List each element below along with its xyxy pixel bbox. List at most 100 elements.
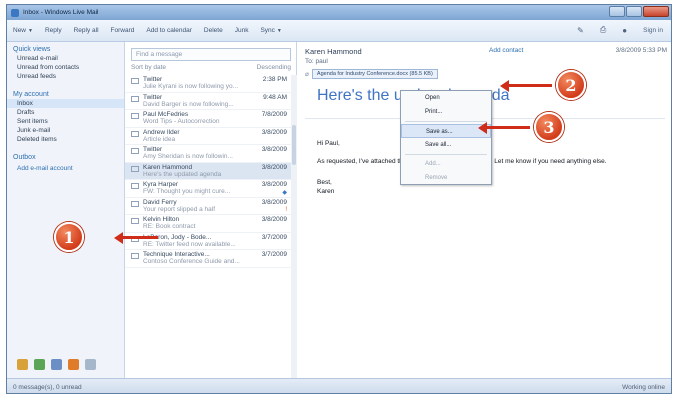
- help-icon[interactable]: ●: [622, 26, 627, 35]
- message-date: 3/8/2009 5:33 PM: [615, 47, 667, 54]
- message-preview: Here's the updated agenda: [143, 170, 222, 178]
- menu-item-open[interactable]: Open: [401, 91, 491, 105]
- menu-item-print[interactable]: Print...: [401, 105, 491, 119]
- list-item[interactable]: Twitter 9:48 AM David Barger is now follo…: [125, 93, 291, 110]
- sort-order-button[interactable]: Descending: [257, 64, 291, 71]
- sidebar-item-inbox[interactable]: Inbox: [7, 99, 124, 108]
- chevron-down-icon: ▼: [28, 28, 33, 34]
- forward-button[interactable]: Forward: [111, 27, 135, 34]
- toolbar: New ▼ Reply Reply all Forward Add to cale…: [7, 20, 671, 42]
- sidebar-item-unread-email[interactable]: Unread e-mail: [7, 54, 124, 63]
- message-time: 3/8/2009: [261, 128, 287, 136]
- maximize-button[interactable]: [626, 6, 642, 17]
- add-to-calendar-button[interactable]: Add to calendar: [146, 27, 192, 34]
- envelope-icon: [131, 113, 139, 119]
- newsgroups-icon[interactable]: [85, 359, 96, 370]
- list-item[interactable]: Technique Interactive... 3/7/2009 Contoso…: [125, 250, 291, 268]
- sort-bar: Sort by date Descending: [131, 64, 291, 71]
- body-signature: Karen: [317, 188, 335, 195]
- message-preview: Word Tips - Autocorrection: [143, 118, 220, 125]
- nav-switcher: [17, 359, 96, 370]
- minimize-button[interactable]: [609, 6, 625, 17]
- message-time: 7/8/2009: [261, 111, 287, 118]
- flag-icon[interactable]: ◆: [282, 189, 287, 196]
- list-item-selected[interactable]: Karen Hammond 3/8/2009 Here's the updated…: [125, 162, 291, 180]
- contacts-icon[interactable]: [51, 359, 62, 370]
- message-sender: Kyra Harper: [143, 181, 179, 188]
- quick-views-header[interactable]: Quick views: [7, 42, 124, 54]
- feeds-icon[interactable]: [68, 359, 79, 370]
- sidebar-item-unread-feeds[interactable]: Unread feeds: [7, 72, 124, 81]
- reply-button[interactable]: Reply: [45, 27, 62, 34]
- delete-button[interactable]: Delete: [204, 27, 223, 34]
- message-sender: Andrew Ilder: [143, 128, 180, 136]
- attachment-chip[interactable]: Agenda for Industry Conference.docx (85.…: [311, 69, 438, 79]
- sidebar-item-unread-contacts[interactable]: Unread from contacts: [7, 63, 124, 72]
- list-item[interactable]: Kyra Harper 3/8/2009 FW: Thought you migh…: [125, 180, 291, 198]
- mail-icon[interactable]: [17, 359, 28, 370]
- callout-badge-3: 3: [534, 112, 564, 142]
- sidebar-item-drafts[interactable]: Drafts: [7, 108, 124, 117]
- sign-in-button[interactable]: Sign in: [643, 27, 663, 34]
- reply-all-button[interactable]: Reply all: [74, 27, 99, 34]
- message-from[interactable]: Karen Hammond: [305, 47, 362, 56]
- message-sender: Twitter: [143, 93, 163, 101]
- message-time: 3/8/2009: [261, 163, 287, 171]
- add-account-link[interactable]: Add e-mail account: [7, 162, 124, 172]
- account-header[interactable]: My account: [7, 87, 124, 99]
- list-item[interactable]: Twitter 3/8/2009 Amy Sheridan is now foll…: [125, 145, 291, 163]
- close-button[interactable]: [643, 6, 669, 17]
- envelope-icon: [131, 130, 139, 137]
- add-contact-link[interactable]: Add contact: [489, 47, 523, 54]
- status-bar: 0 message(s), 0 unread Working online: [7, 378, 671, 393]
- list-item[interactable]: Kelvin Hilton 3/8/2009 RE: Book contract: [125, 215, 291, 233]
- envelope-icon: [131, 200, 139, 207]
- outbox-header[interactable]: Outbox: [7, 150, 124, 162]
- callout-arrow-3: [478, 121, 530, 134]
- list-item[interactable]: Twitter 2:38 PM Julie Kyrani is now follo…: [125, 75, 291, 93]
- message-sender: Twitter: [143, 76, 163, 83]
- window-title: Inbox - Windows Live Mail: [23, 9, 99, 16]
- message-time: 3/8/2009: [261, 216, 287, 223]
- list-item[interactable]: Paul McFedries 7/8/2009 Word Tips - Autoc…: [125, 110, 291, 128]
- sidebar-item-sent[interactable]: Sent items: [7, 117, 124, 126]
- message-time: 3/8/2009: [261, 181, 287, 188]
- list-item[interactable]: David Ferry 3/8/2009 Your report slipped …: [125, 198, 291, 215]
- menu-item-save-all[interactable]: Save all...: [401, 138, 491, 152]
- search-input[interactable]: Find a message: [131, 48, 291, 61]
- chevron-down-icon: ▼: [276, 28, 282, 34]
- message-time: 3/7/2009: [261, 251, 287, 258]
- message-time: 3/7/2009: [261, 233, 287, 241]
- message-sender: Twitter: [143, 146, 163, 153]
- menu-separator: [405, 154, 487, 155]
- message-preview: David Barger is now following...: [143, 100, 234, 108]
- sort-by-button[interactable]: Sort by date: [131, 64, 166, 71]
- envelope-icon: [131, 183, 139, 189]
- sidebar-item-junk[interactable]: Junk e-mail: [7, 126, 124, 135]
- message-sender: Technique Interactive...: [143, 251, 210, 258]
- envelope-icon: [131, 95, 139, 102]
- list-item[interactable]: Andrew Ilder 3/8/2009 Article idea: [125, 128, 291, 145]
- message-preview: Contoso Conference Guide and...: [143, 258, 240, 265]
- calendar-icon[interactable]: [34, 359, 45, 370]
- menu-icon[interactable]: ⎙: [600, 25, 606, 35]
- sync-button[interactable]: Sync ▼: [260, 27, 281, 34]
- new-button[interactable]: New ▼: [13, 27, 33, 34]
- message-list: Find a message Sort by date Descending T…: [125, 42, 297, 378]
- body-greeting: Hi Paul,: [317, 140, 340, 147]
- message-time: 3/8/2009: [261, 198, 287, 206]
- message-to: To: paul: [305, 58, 328, 65]
- pen-icon[interactable]: ✎: [577, 26, 584, 35]
- junk-button[interactable]: Junk: [235, 27, 249, 34]
- message-preview: RE: Book contract: [143, 223, 196, 230]
- callout-arrow-1: [114, 231, 158, 244]
- message-sender: Kelvin Hilton: [143, 216, 180, 223]
- envelope-icon: [131, 165, 139, 172]
- sidebar-item-deleted[interactable]: Deleted items: [7, 135, 124, 144]
- envelope-icon: [131, 148, 139, 154]
- scrollbar-thumb[interactable]: [292, 125, 296, 165]
- menu-item-add: Add...: [425, 161, 441, 167]
- window-controls: [609, 6, 669, 17]
- callout-badge-1: 1: [54, 222, 84, 252]
- envelope-icon: [131, 253, 139, 259]
